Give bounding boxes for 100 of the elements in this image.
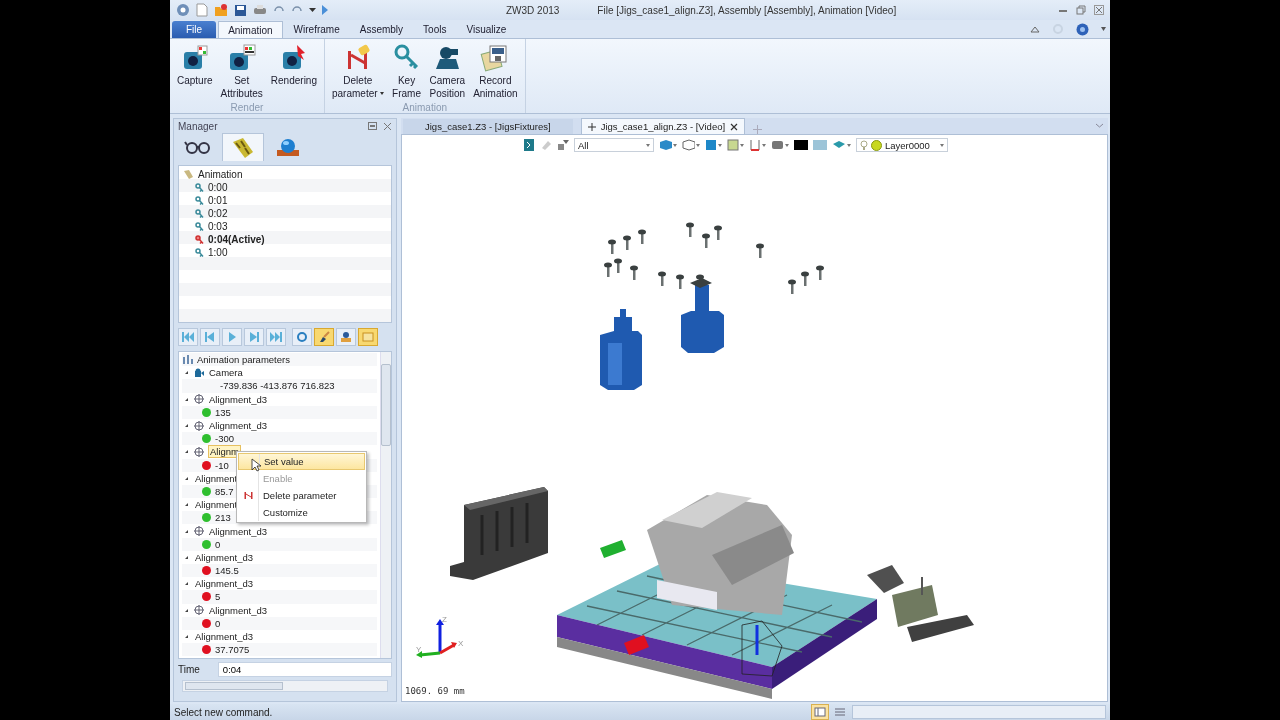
crosshair-icon: [194, 394, 204, 405]
ribbon-button[interactable]: Capture: [174, 41, 216, 102]
document-title: File [Jigs_case1_align.Z3], Assembly [Assembly], Animation [Video]: [597, 4, 897, 16]
open-folder-icon[interactable]: [214, 3, 228, 17]
file-menu-button[interactable]: File: [172, 21, 217, 38]
square-icon[interactable]: [705, 139, 717, 151]
expand-icon[interactable]: [185, 555, 188, 559]
tree-item[interactable]: Alignment_d3: [208, 604, 269, 616]
monitor-icon[interactable]: [771, 139, 784, 151]
parameter-value[interactable]: -10: [215, 459, 229, 471]
ribbon-button[interactable]: Record Animation: [470, 41, 521, 102]
ribbon-button[interactable]: Key Frame: [388, 41, 425, 102]
tree-item[interactable]: Alignment: [194, 472, 239, 484]
tree-item[interactable]: Alignment_d3: [208, 393, 269, 405]
parameter-value[interactable]: 135: [215, 406, 231, 418]
time-field[interactable]: 0:04: [217, 662, 392, 677]
expand-icon[interactable]: [185, 371, 188, 375]
expand-icon[interactable]: [185, 608, 188, 612]
tree-item[interactable]: Animation: [198, 169, 243, 180]
mouse-pointer-icon: [251, 458, 261, 472]
tree-item[interactable]: 0:03: [208, 221, 228, 232]
tree-item[interactable]: Camera: [208, 367, 244, 379]
pin-icon[interactable]: [587, 122, 596, 131]
parameter-value[interactable]: 0: [215, 617, 221, 629]
ribbon-button[interactable]: Set Attributes: [217, 41, 266, 102]
ribbon-tab[interactable]: Tools: [414, 21, 456, 38]
expand-icon[interactable]: [185, 635, 188, 639]
image-icon: [361, 331, 375, 343]
ribbon-button[interactable]: Camera Position: [426, 41, 469, 102]
expand-icon[interactable]: [185, 476, 188, 480]
ribbon-tab[interactable]: Assembly: [350, 21, 413, 38]
pin-icon[interactable]: [368, 122, 377, 130]
parameter-value[interactable]: 145.5: [215, 565, 239, 577]
parameter-value[interactable]: 5: [215, 591, 221, 603]
first-frame-icon: [181, 331, 195, 343]
tree-item[interactable]: 0:00: [208, 182, 228, 193]
parameter-value[interactable]: 37.7075: [215, 644, 250, 656]
menu-item[interactable]: Set value: [238, 453, 365, 470]
tree-item[interactable]: Alignment_d3: [194, 551, 255, 563]
document-tab[interactable]: Jigs_case1.Z3 - [JigsFixtures]: [403, 119, 573, 134]
collapse-ribbon-icon[interactable]: [1030, 25, 1040, 33]
parameter-value[interactable]: -300: [215, 433, 234, 445]
expand-icon[interactable]: [185, 582, 188, 586]
ribbon-button[interactable]: Rendering: [267, 41, 320, 102]
expand-icon[interactable]: [185, 503, 188, 507]
menu-item[interactable]: Customize: [238, 504, 365, 521]
tree-item[interactable]: 0:02: [208, 208, 228, 219]
tree-item[interactable]: Alignment_d3: [194, 578, 255, 590]
menu-item[interactable]: Delete parameter: [238, 487, 365, 504]
expand-icon[interactable]: [185, 450, 188, 454]
tree-item[interactable]: 0:04(Active): [208, 234, 265, 245]
close-icon[interactable]: [730, 122, 739, 131]
new-file-icon[interactable]: [196, 3, 208, 17]
ribbon-tab[interactable]: Animation: [218, 21, 283, 38]
parameter-value[interactable]: 213: [215, 512, 231, 524]
layout-icon[interactable]: [812, 705, 828, 719]
ribbon-tab[interactable]: Visualize: [457, 21, 516, 38]
tree-item[interactable]: 1:00: [208, 247, 228, 258]
scrollbar[interactable]: [380, 352, 391, 658]
list-icon[interactable]: [832, 705, 848, 719]
layer-dropdown[interactable]: Layer0000: [856, 138, 948, 152]
scrollbar[interactable]: [182, 680, 388, 692]
ruler-icon[interactable]: [749, 139, 761, 151]
playback-button[interactable]: [292, 328, 312, 346]
ribbon-tab[interactable]: Wireframe: [284, 21, 349, 38]
filter-icon[interactable]: [557, 139, 569, 151]
caret-icon[interactable]: [309, 7, 316, 13]
parameter-value[interactable]: 85.7: [215, 485, 234, 497]
group-label: Render: [230, 102, 264, 115]
playback-button[interactable]: [336, 328, 356, 346]
help-icon[interactable]: [1076, 22, 1089, 36]
restore-icon[interactable]: [1076, 5, 1086, 15]
expand-icon[interactable]: [185, 397, 188, 401]
film-icon: [183, 169, 194, 180]
expand-icon[interactable]: [185, 424, 188, 428]
app-logo-icon[interactable]: [176, 3, 190, 17]
filter-dropdown[interactable]: All: [574, 138, 654, 152]
exit-icon[interactable]: [523, 138, 535, 152]
tree-item[interactable]: Alignment_d3: [208, 420, 269, 432]
manager-tab[interactable]: [222, 133, 264, 161]
tree-item[interactable]: 0:01: [208, 195, 228, 206]
tree-item[interactable]: Alignment: [194, 499, 239, 511]
expand-icon[interactable]: [185, 529, 188, 533]
save-icon[interactable]: [234, 3, 247, 17]
play-icon[interactable]: [322, 5, 328, 15]
ribbon-button[interactable]: Delete parameter: [329, 41, 387, 102]
parameter-value[interactable]: 0: [215, 538, 221, 550]
swatch-icon[interactable]: [813, 140, 827, 150]
layers-icon[interactable]: [832, 140, 846, 150]
loop-icon: [295, 331, 309, 343]
wireframe-cube-icon[interactable]: [682, 139, 695, 151]
document-tab[interactable]: Jigs_case1_align.Z3 - [Video]: [580, 118, 746, 134]
tree-item[interactable]: Alignment_d3: [194, 631, 255, 643]
solid-cube-icon[interactable]: [659, 139, 672, 151]
print-icon[interactable]: [253, 3, 267, 17]
axis-triad-drawing: Z Y X: [414, 615, 468, 665]
playback-button[interactable]: [314, 328, 334, 346]
swatch-icon[interactable]: [794, 140, 808, 150]
tree-item[interactable]: Alignment_d3: [208, 525, 269, 537]
caret-icon[interactable]: [1101, 27, 1106, 31]
